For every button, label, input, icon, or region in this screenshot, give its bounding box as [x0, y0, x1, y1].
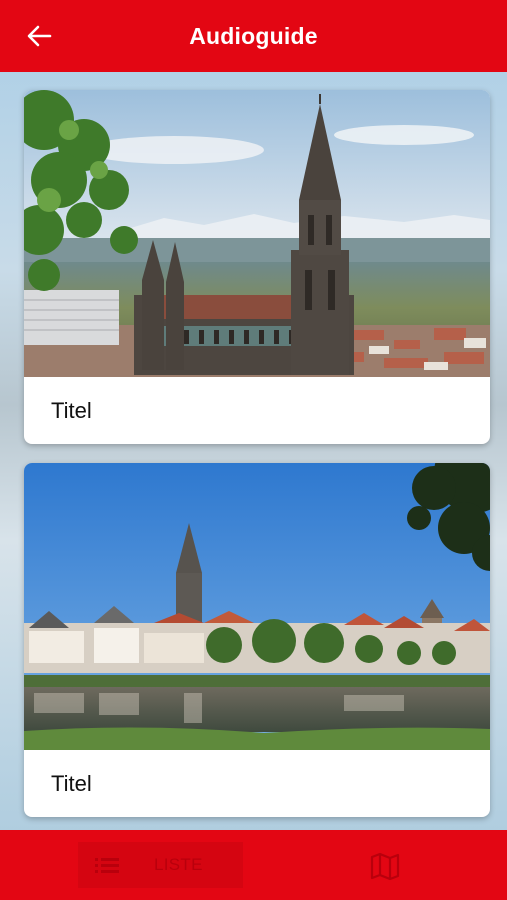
bottom-navigation: LISTE	[0, 830, 507, 900]
map-icon[interactable]	[369, 851, 401, 881]
card-2-photo	[24, 463, 490, 750]
tab-list-label: LISTE	[154, 855, 203, 874]
card-2-title: Titel	[51, 771, 92, 796]
tab-list[interactable]: LISTE	[78, 842, 243, 888]
card-1-title: Titel	[51, 398, 92, 423]
arrow-left-icon[interactable]	[24, 21, 54, 51]
audioguide-card-2[interactable]: Titel	[24, 463, 490, 817]
audioguide-card-1[interactable]: Titel	[24, 90, 490, 444]
card-1-photo	[24, 90, 490, 377]
app-bar: Audioguide	[0, 0, 507, 72]
list-icon	[95, 858, 119, 873]
page-title: Audioguide	[189, 22, 318, 49]
